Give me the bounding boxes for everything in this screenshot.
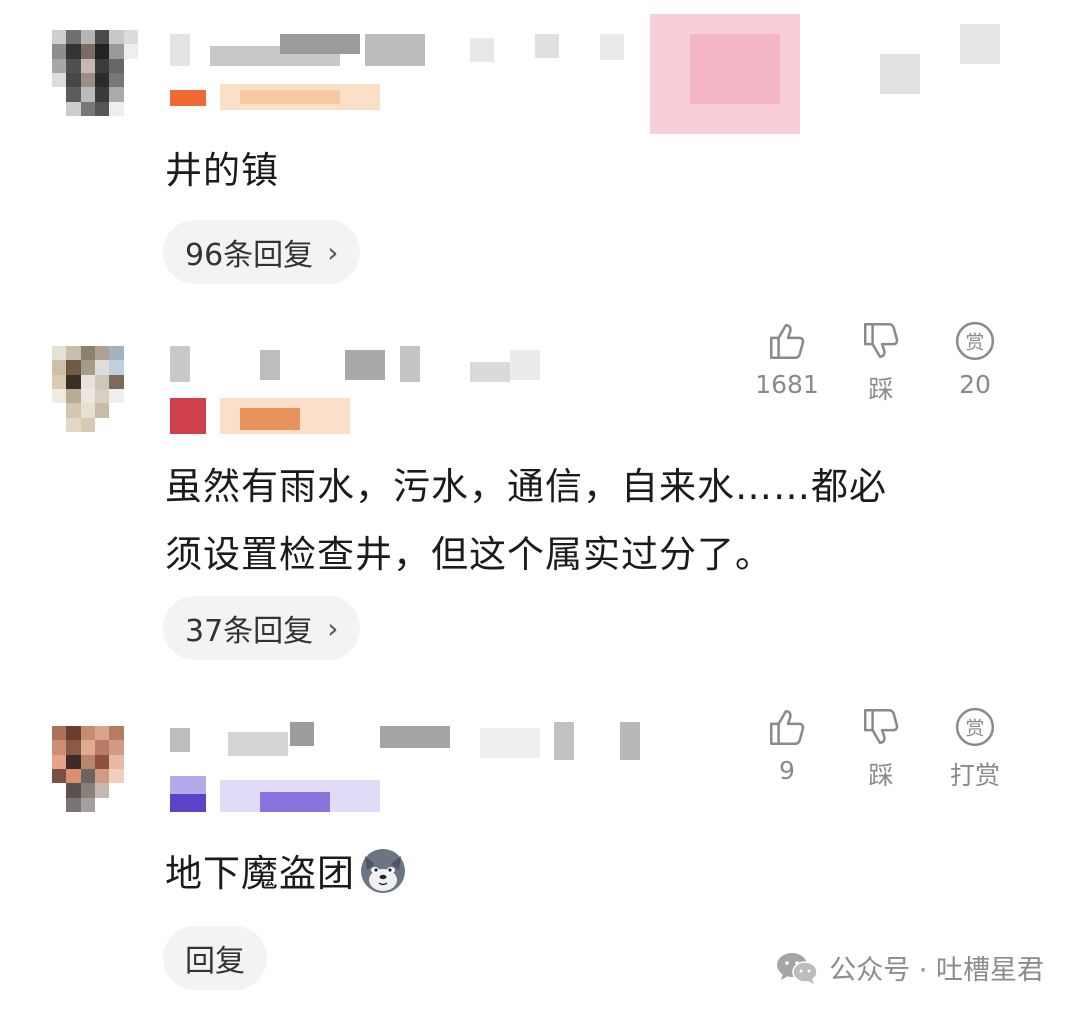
reward-coin-icon: 赏 xyxy=(955,707,995,747)
wechat-icon xyxy=(777,952,818,984)
comment-text: 井的镇 xyxy=(165,149,279,192)
watermark-text: 公众号 · 吐槽星君 xyxy=(829,955,1044,986)
svg-text:赏: 赏 xyxy=(966,331,985,353)
reward-label: 打赏 xyxy=(949,761,1000,790)
thumbs-down-icon xyxy=(863,708,899,745)
username-mosaic[interactable] xyxy=(170,722,670,817)
reply-count-label: 96条回复 xyxy=(185,238,314,273)
chevron-right-icon: › xyxy=(327,235,339,269)
like-button[interactable]: 1681 xyxy=(740,320,834,406)
thumbs-up-icon xyxy=(769,323,805,360)
thumbs-down-icon xyxy=(863,322,899,359)
view-replies-button[interactable]: 96条回复 › xyxy=(163,220,361,284)
comment-text: 虽然有雨水，污水，通信，自来水……都必 须设置检查井，但这个属实过分了。 xyxy=(165,458,887,584)
comment-text-content: 地下魔盗团 xyxy=(165,852,355,895)
comment-actions: 9 踩 赏 打赏 xyxy=(740,706,1022,792)
thumbs-up-icon xyxy=(769,709,805,746)
wolf-dog-emoji-icon xyxy=(361,849,405,893)
reply-count-label: 37条回复 xyxy=(185,614,314,649)
chevron-right-icon: › xyxy=(327,611,339,645)
dislike-label: 踩 xyxy=(868,761,894,790)
like-count: 9 xyxy=(779,756,795,785)
reply-button[interactable]: 回复 xyxy=(163,926,267,990)
like-button[interactable]: 9 xyxy=(740,706,834,792)
avatar[interactable] xyxy=(52,346,138,432)
avatar[interactable] xyxy=(52,30,138,116)
dislike-button[interactable]: 踩 xyxy=(834,320,928,406)
reply-label: 回复 xyxy=(185,944,245,979)
comment-text-line: 虽然有雨水，污水，通信，自来水……都必 xyxy=(165,465,887,508)
comment-actions: 1681 踩 赏 20 xyxy=(740,320,1022,406)
dislike-label: 踩 xyxy=(868,375,894,404)
avatar[interactable] xyxy=(52,726,138,812)
comment-text: 地下魔盗团 xyxy=(165,844,409,903)
reward-button[interactable]: 赏 20 xyxy=(928,320,1022,406)
username-mosaic[interactable] xyxy=(170,14,1030,144)
dislike-button[interactable]: 踩 xyxy=(834,706,928,792)
username-mosaic[interactable] xyxy=(170,346,570,441)
like-count: 1681 xyxy=(755,370,819,399)
reward-coin-icon: 赏 xyxy=(955,321,995,361)
comment-text-line: 须设置检查井，但这个属实过分了。 xyxy=(165,533,773,576)
svg-text:赏: 赏 xyxy=(966,717,985,739)
watermark: 公众号 · 吐槽星君 xyxy=(775,948,1044,987)
reward-count: 20 xyxy=(959,370,991,399)
reward-button[interactable]: 赏 打赏 xyxy=(928,706,1022,792)
view-replies-button[interactable]: 37条回复 › xyxy=(163,596,361,660)
